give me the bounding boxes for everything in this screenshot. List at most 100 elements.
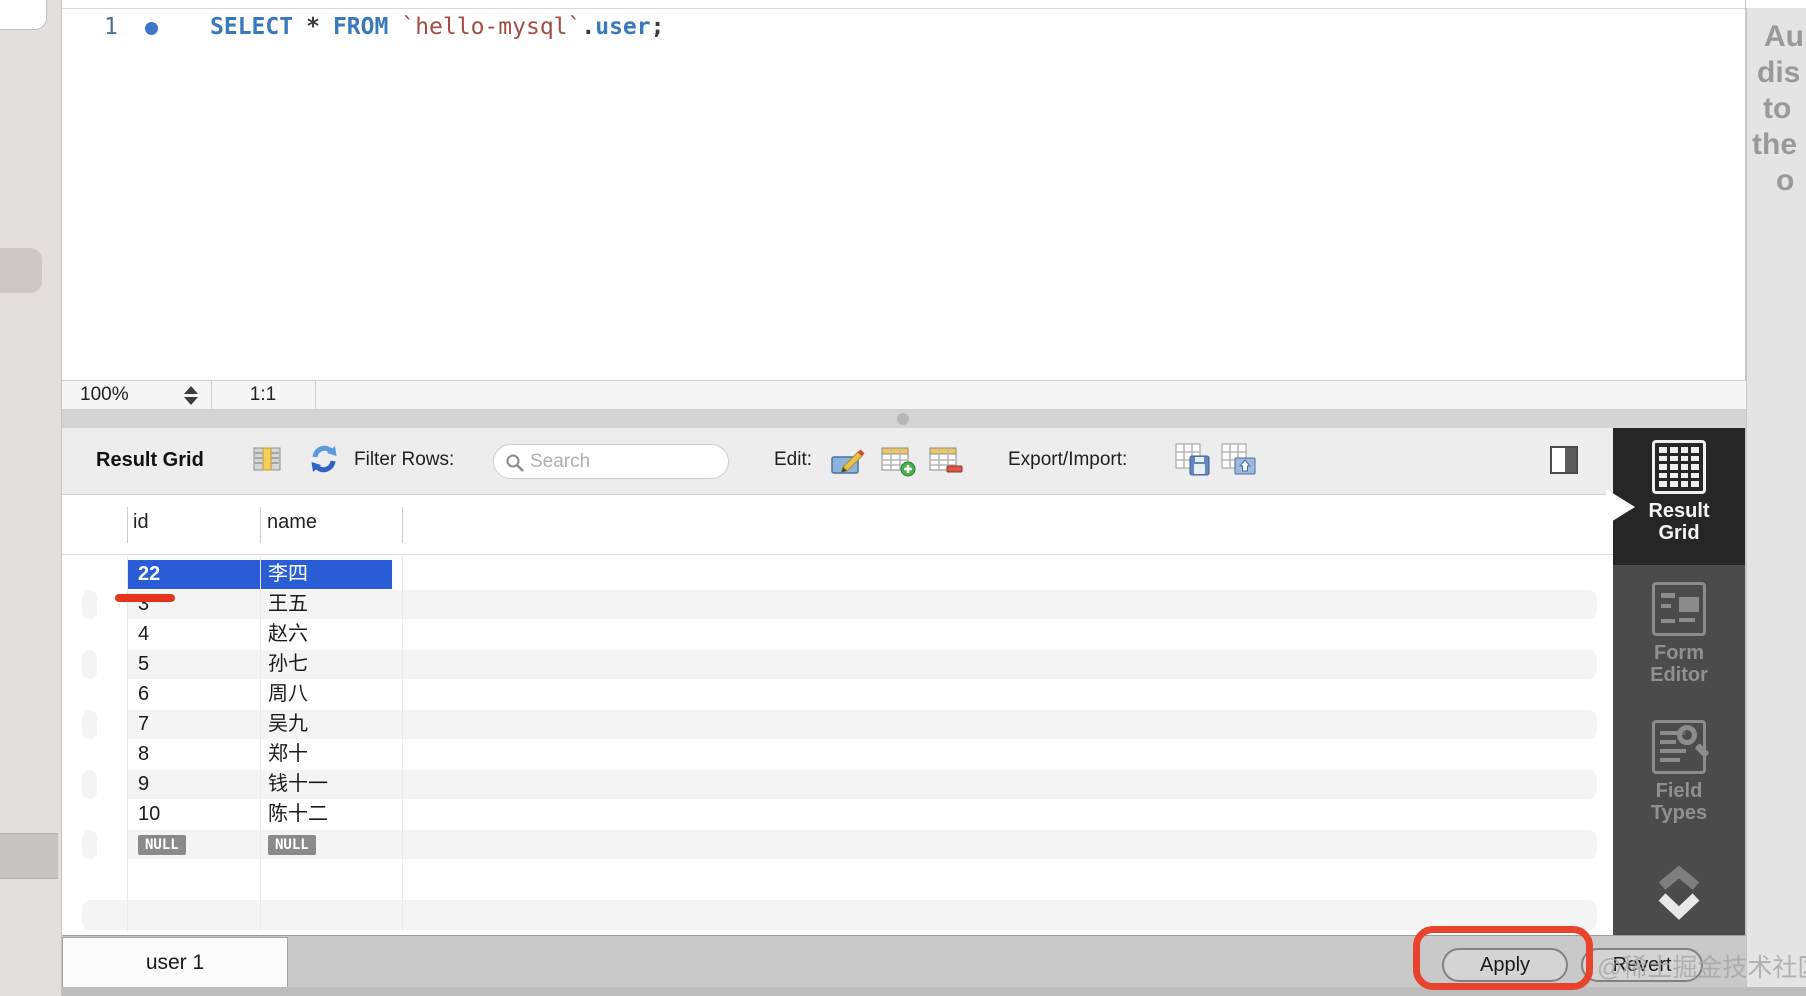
sidebar-item-field-types[interactable]: Field Types [1613,716,1745,854]
help-text-line: the [1747,126,1806,162]
left-gray-block [0,833,58,879]
cell-name[interactable]: 郑十 [260,740,402,770]
sidebar-label-line: Types [1613,802,1745,824]
table-row[interactable]: 8 郑十 [62,740,1613,770]
sql-code[interactable]: SELECT*FROM`hello-mysql`.user; [210,14,664,40]
sql-keyword-select: SELECT [210,14,293,40]
result-grid-icon [1652,440,1706,494]
null-badge: NULL [268,835,316,855]
sql-line-1[interactable]: 1 SELECT*FROM`hello-mysql`.user; [62,14,1746,44]
sql-keyword-from: FROM [333,14,388,40]
sidebar-label-line: Field [1613,780,1745,802]
row-gutter[interactable] [62,800,128,830]
header-divider [127,507,128,543]
cell-id[interactable]: 7 [128,710,260,740]
revert-button[interactable]: Revert [1581,948,1703,982]
cell-name[interactable]: 赵六 [260,620,402,650]
column-header-id[interactable]: id [133,511,149,534]
help-text-line: to [1747,90,1806,126]
table-row[interactable]: 6 周八 [62,680,1613,710]
table-row[interactable]: 5 孙七 [62,650,1613,680]
table-row[interactable]: 7 吴九 [62,710,1613,740]
search-box[interactable] [493,444,729,479]
sidebar-label-line: Grid [1613,522,1745,544]
import-recordset-icon[interactable] [1220,442,1258,478]
search-input[interactable] [530,448,720,475]
cell-name[interactable]: 王五 [260,590,402,620]
sidebar-label-line: Editor [1613,664,1745,686]
left-gray-tab[interactable] [0,248,42,293]
table-row[interactable]: 10 陈十二 [62,800,1613,830]
result-tab-bar: user 1 Apply Revert [62,935,1746,987]
editor-status-bar: 100% 1:1 [62,380,1746,410]
table-row[interactable]: 9 钱十一 [62,770,1613,800]
zoom-level-value: 100% [80,384,129,406]
header-divider [260,507,261,543]
row-gutter[interactable] [62,710,128,740]
tab-user-1[interactable]: user 1 [62,937,288,988]
help-text-line: o [1747,162,1806,198]
row-gutter[interactable] [62,620,128,650]
result-grid-title: Result Grid [96,449,204,472]
cell-name[interactable]: 孙七 [260,650,402,680]
cell-id[interactable]: NULL [128,830,260,860]
splitter-handle-icon[interactable] [897,413,909,425]
insert-row-icon[interactable] [880,445,916,477]
sql-semicolon: ; [651,14,665,40]
delete-row-icon[interactable] [928,445,964,477]
empty-row-stripe [82,900,1597,930]
null-badge: NULL [138,835,186,855]
apply-button[interactable]: Apply [1442,948,1568,982]
column-view-icon[interactable] [252,444,282,474]
cell-name[interactable]: 周八 [260,680,402,710]
annotation-underline [115,594,175,602]
cell-id[interactable]: 10 [128,800,260,830]
sidebar-toggle-icon[interactable] [1550,446,1578,474]
row-gutter[interactable] [62,740,128,770]
row-gutter[interactable] [62,830,128,860]
zoom-stepper[interactable] [184,386,198,404]
cell-name[interactable]: 吴九 [260,710,402,740]
help-panel-lines: Audistotheo [1747,8,1806,198]
cell-name[interactable]: 陈十二 [260,800,402,830]
cell-id[interactable]: 5 [128,650,260,680]
field-types-icon [1652,720,1706,774]
cell-id[interactable]: 22 [128,560,260,590]
table-row[interactable]: 4 赵六 [62,620,1613,650]
scroll-down-chevron-icon[interactable] [1655,889,1703,921]
pane-splitter[interactable] [62,410,1746,428]
edit-record-icon[interactable] [830,445,866,477]
statement-marker-icon [145,22,158,35]
active-item-notch [1606,489,1635,525]
export-recordset-icon[interactable] [1174,442,1212,478]
sidebar-item-form-editor[interactable]: Form Editor [1613,578,1745,716]
cell-id[interactable]: 9 [128,770,260,800]
help-text-line: dis [1747,54,1806,90]
help-panel: Audistotheo [1746,8,1806,990]
statusbar-divider [315,381,316,409]
row-gutter[interactable] [62,650,128,680]
cell-id[interactable]: 4 [128,620,260,650]
sql-dot: . [581,14,595,40]
column-header-name[interactable]: name [267,511,317,534]
table-row[interactable]: 22 李四 [62,560,1613,590]
table-row[interactable]: 3 王五 [62,590,1613,620]
refresh-icon[interactable] [308,443,340,475]
row-gutter[interactable] [62,560,128,590]
row-gutter[interactable] [62,680,128,710]
row-gutter[interactable] [62,770,128,800]
cell-name[interactable]: 钱十一 [260,770,402,800]
cell-id[interactable]: 6 [128,680,260,710]
cell-name[interactable]: NULL [260,830,402,860]
cell-id[interactable]: 8 [128,740,260,770]
mysql-workbench-window: 1 SELECT*FROM`hello-mysql`.user; Audisto… [0,0,1806,996]
result-grid-toolbar: Result Grid Filter Rows: Edit: [62,428,1613,495]
header-divider [402,507,403,543]
export-import-label: Export/Import: [1008,449,1127,471]
sql-star: * [306,14,320,40]
cell-name[interactable]: 李四 [260,560,402,590]
sql-editor[interactable]: 1 SELECT*FROM`hello-mysql`.user; [62,0,1746,380]
sql-column-ref: user [595,14,650,40]
left-edge-panel [0,0,62,996]
table-row[interactable]: NULL NULL [62,830,1613,860]
